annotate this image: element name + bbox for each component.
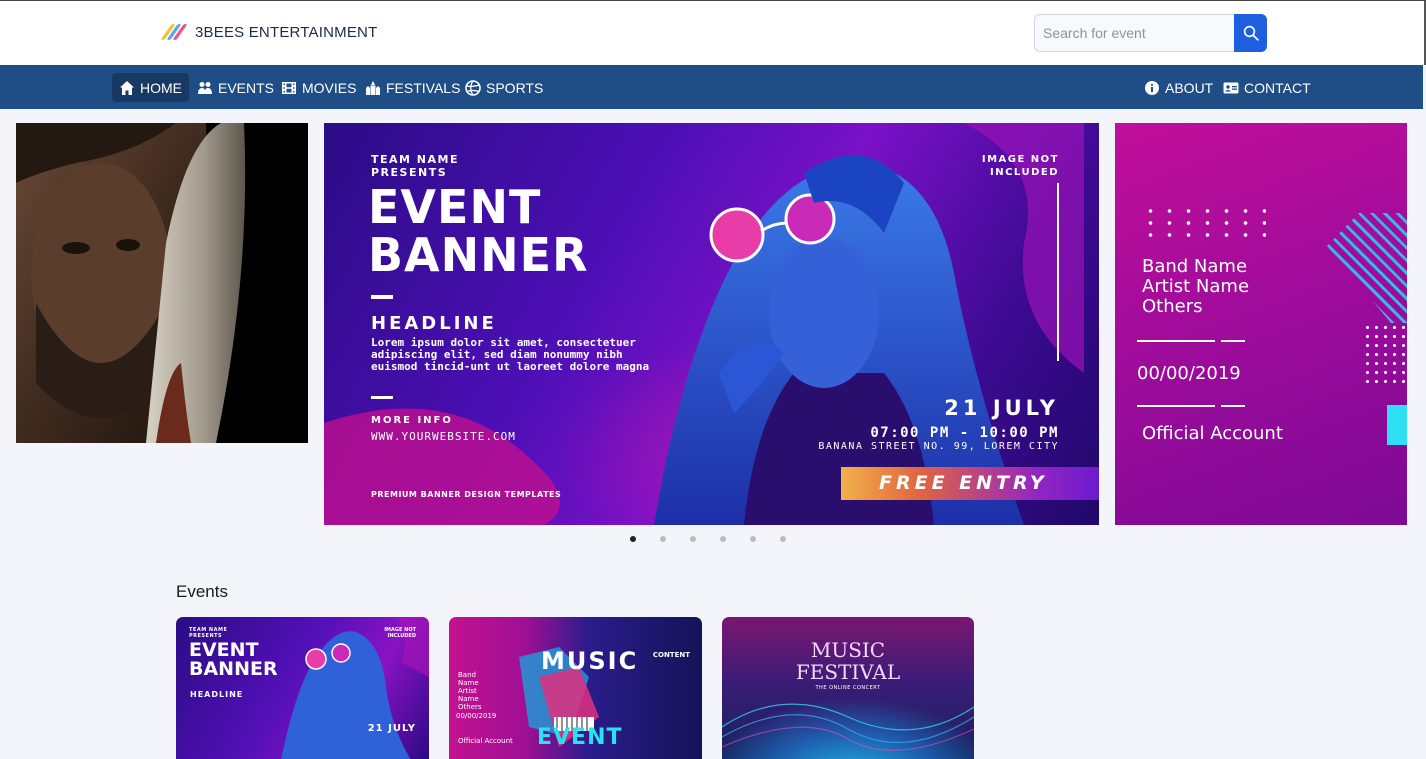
hero-carousel: TEAM NAME PRESENTS EVENT BANNER HEADLINE… bbox=[0, 109, 1423, 559]
event-card[interactable]: TEAM NAME PRESENTS IMAGE NOT INCLUDED EV… bbox=[176, 617, 429, 759]
film-icon bbox=[282, 81, 296, 94]
main-nav: HOME EVENTS MOVIES FESTIVALS SPORTS ABOU… bbox=[0, 65, 1423, 109]
nav-about[interactable]: ABOUT bbox=[1137, 73, 1220, 102]
carousel-dot[interactable] bbox=[780, 536, 786, 542]
nav-movies[interactable]: MOVIES bbox=[274, 73, 363, 102]
poster-image-not-included: IMAGE NOT INCLUDED bbox=[981, 154, 1059, 178]
poster-date: 21 JULY bbox=[944, 396, 1059, 420]
carousel-dot[interactable] bbox=[720, 536, 726, 542]
brand-name: 3BEES ENTERTAINMENT bbox=[195, 23, 378, 41]
card-title: EVENT BANNER bbox=[189, 639, 278, 680]
nav-sports[interactable]: SPORTS bbox=[458, 73, 550, 102]
home-icon bbox=[120, 80, 134, 95]
carousel-dot[interactable] bbox=[690, 536, 696, 542]
poster-line bbox=[1221, 340, 1245, 342]
card-band-names: Band Name Artist Name Others bbox=[458, 671, 482, 711]
card-date: 00/00/2019 bbox=[456, 712, 497, 720]
poster-title: EVENT BANNER bbox=[368, 180, 589, 282]
poster-official-account: Official Account bbox=[1142, 423, 1283, 444]
nav-movies-label: MOVIES bbox=[302, 79, 357, 96]
nav-contact[interactable]: CONTACT bbox=[1216, 73, 1318, 102]
search-input[interactable] bbox=[1034, 14, 1234, 52]
events-heading: Events bbox=[176, 582, 228, 601]
card-subtitle: THE ONLINE CONCERT bbox=[815, 685, 881, 691]
card-event-word: EVENT bbox=[537, 725, 623, 750]
nav-contact-label: CONTACT bbox=[1244, 79, 1311, 96]
brand[interactable]: 3BEES ENTERTAINMENT bbox=[160, 23, 377, 41]
poster-cyan-block bbox=[1387, 405, 1407, 445]
event-card[interactable]: MUSIC FESTIVAL THE ONLINE CONCERT bbox=[722, 617, 974, 759]
poster-line bbox=[1221, 405, 1245, 407]
poster-dot-grid bbox=[1363, 323, 1407, 385]
poster-band-names: Band Name Artist Name Others bbox=[1142, 257, 1249, 317]
nav-home-label: HOME bbox=[140, 79, 182, 96]
poster-line bbox=[1137, 340, 1215, 342]
info-icon bbox=[1145, 80, 1159, 95]
event-card[interactable]: Band Name Artist Name Others 00/00/2019 … bbox=[449, 617, 702, 759]
nav-festivals[interactable]: FESTIVALS bbox=[358, 73, 467, 102]
nav-sports-label: SPORTS bbox=[486, 79, 544, 96]
poster-band-name: Band Name bbox=[1142, 256, 1248, 277]
poster-team-presents: TEAM NAME PRESENTS bbox=[371, 153, 459, 179]
ball-icon bbox=[465, 79, 481, 96]
festival-icon bbox=[366, 80, 380, 95]
card-content-label: CONTENT bbox=[652, 651, 690, 659]
poster-premium-note: PREMIUM BANNER DESIGN TEMPLATES bbox=[371, 490, 562, 499]
carousel-dot[interactable] bbox=[750, 536, 756, 542]
card-headline: HEADLINE bbox=[190, 690, 244, 699]
search-bar bbox=[1034, 14, 1267, 52]
card-image-not-included: IMAGE NOT INCLUDED bbox=[384, 627, 416, 639]
carousel-slide-next[interactable]: Band Name Artist Name Others 00/00/2019 … bbox=[1115, 123, 1407, 525]
card-title: MUSIC FESTIVAL bbox=[795, 638, 901, 684]
nav-events-label: EVENTS bbox=[218, 79, 275, 96]
card-team-presents: TEAM NAME PRESENTS bbox=[189, 627, 228, 639]
carousel-slide-previous[interactable] bbox=[16, 123, 308, 443]
brand-logo-icon bbox=[160, 23, 188, 41]
carousel-dot[interactable] bbox=[630, 536, 636, 542]
poster-divider-2 bbox=[371, 396, 393, 399]
poster-body-text: Lorem ipsum dolor sit amet, consectetuer… bbox=[371, 336, 650, 373]
nav-home[interactable]: HOME bbox=[112, 73, 189, 102]
carousel-slide-active[interactable]: TEAM NAME PRESENTS EVENT BANNER HEADLINE… bbox=[324, 123, 1099, 525]
nav-about-label: ABOUT bbox=[1165, 79, 1214, 96]
movie-poster-image bbox=[16, 123, 308, 443]
poster-more-info: MORE INFO bbox=[371, 415, 453, 426]
nav-events[interactable]: EVENTS bbox=[190, 73, 281, 102]
card-official-account: Official Account bbox=[458, 737, 513, 745]
top-header: 3BEES ENTERTAINMENT bbox=[0, 1, 1426, 65]
poster-others: Others bbox=[1142, 296, 1203, 317]
nav-festivals-label: FESTIVALS bbox=[386, 79, 461, 96]
poster-artist-name: Artist Name bbox=[1142, 276, 1250, 297]
search-icon bbox=[1243, 25, 1259, 41]
poster-address: BANANA STREET NO. 99, LOREM CITY bbox=[818, 441, 1059, 452]
poster-stripes-decoration bbox=[1327, 213, 1407, 323]
poster-line bbox=[1137, 405, 1215, 407]
poster-free-entry: FREE ENTRY bbox=[841, 467, 1099, 500]
carousel-indicators bbox=[630, 536, 786, 542]
carousel-dot[interactable] bbox=[660, 536, 666, 542]
poster-dot-pattern bbox=[1141, 205, 1266, 237]
contact-card-icon bbox=[1223, 82, 1239, 93]
search-button[interactable] bbox=[1234, 14, 1267, 52]
card-music-word: MUSIC bbox=[541, 647, 639, 675]
poster-time: 07:00 PM - 10:00 PM bbox=[870, 425, 1059, 441]
poster-website: WWW.YOURWEBSITE.COM bbox=[371, 430, 516, 443]
poster-headline: HEADLINE bbox=[371, 313, 497, 334]
people-icon bbox=[198, 81, 212, 94]
poster-vertical-line bbox=[1057, 183, 1059, 361]
card-date: 21 JULY bbox=[367, 723, 416, 734]
poster-date: 00/00/2019 bbox=[1137, 363, 1241, 384]
poster-divider bbox=[371, 295, 393, 299]
